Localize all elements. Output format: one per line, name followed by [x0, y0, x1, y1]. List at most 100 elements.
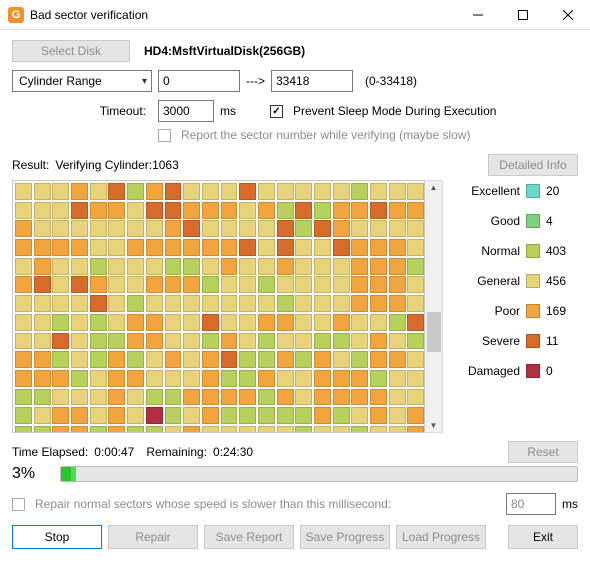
- sector-cell: [146, 183, 163, 200]
- sector-cell: [71, 183, 88, 200]
- sector-cell: [165, 183, 182, 200]
- range-from-input[interactable]: [158, 70, 240, 92]
- sector-cell: [314, 407, 331, 424]
- range-to-input[interactable]: [271, 70, 353, 92]
- save-progress-button[interactable]: Save Progress: [300, 525, 390, 549]
- sector-cell: [52, 333, 69, 350]
- sector-cell: [239, 258, 256, 275]
- sector-cell: [314, 202, 331, 219]
- sector-cell: [34, 239, 51, 256]
- sector-cell: [15, 314, 32, 331]
- sector-cell: [221, 183, 238, 200]
- select-disk-button[interactable]: Select Disk: [12, 40, 130, 62]
- sector-cell: [34, 258, 51, 275]
- sector-cell: [370, 295, 387, 312]
- sector-cell: [146, 239, 163, 256]
- reset-button[interactable]: Reset: [508, 441, 578, 463]
- sector-cell: [202, 183, 219, 200]
- sector-cell: [183, 202, 200, 219]
- sector-cell: [146, 202, 163, 219]
- sector-cell: [108, 295, 125, 312]
- sector-cell: [389, 389, 406, 406]
- stop-button[interactable]: Stop: [12, 525, 102, 549]
- sector-cell: [108, 220, 125, 237]
- sector-cell: [351, 183, 368, 200]
- sector-cell: [52, 370, 69, 387]
- detailed-info-button[interactable]: Detailed Info: [488, 154, 578, 176]
- sector-cell: [258, 407, 275, 424]
- sector-cell: [389, 407, 406, 424]
- sector-cell: [407, 426, 424, 433]
- sector-cell: [183, 407, 200, 424]
- sector-cell: [351, 333, 368, 350]
- grid-scrollbar[interactable]: ▲ ▼: [425, 180, 443, 433]
- sector-cell: [183, 351, 200, 368]
- sector-cell: [165, 351, 182, 368]
- maximize-button[interactable]: [500, 0, 545, 30]
- sector-cell: [183, 314, 200, 331]
- sector-cell: [90, 389, 107, 406]
- scroll-thumb[interactable]: [427, 312, 441, 352]
- sector-cell: [127, 351, 144, 368]
- sector-cell: [314, 389, 331, 406]
- sector-cell: [71, 258, 88, 275]
- legend-label: Poor: [495, 304, 520, 318]
- sector-cell: [221, 202, 238, 219]
- sector-cell: [71, 276, 88, 293]
- sector-cell: [239, 183, 256, 200]
- sector-cell: [351, 426, 368, 433]
- report-checkbox[interactable]: [158, 129, 171, 142]
- sector-cell: [52, 314, 69, 331]
- repair-checkbox[interactable]: [12, 498, 25, 511]
- range-mode-combo[interactable]: Cylinder Range ▾: [12, 70, 152, 92]
- sector-cell: [239, 426, 256, 433]
- legend-label: Normal: [481, 244, 520, 258]
- scroll-down-icon[interactable]: ▼: [430, 421, 438, 430]
- window-title: Bad sector verification: [30, 8, 455, 22]
- sector-cell: [52, 239, 69, 256]
- sector-cell: [90, 258, 107, 275]
- load-progress-button[interactable]: Load Progress: [396, 525, 486, 549]
- legend-swatch: [526, 334, 540, 348]
- sector-cell: [314, 183, 331, 200]
- sector-cell: [71, 295, 88, 312]
- sector-cell: [239, 370, 256, 387]
- legend-count: 4: [546, 214, 572, 228]
- sector-cell: [295, 276, 312, 293]
- sector-cell: [351, 407, 368, 424]
- sector-cell: [127, 239, 144, 256]
- save-report-button[interactable]: Save Report: [204, 525, 294, 549]
- sector-cell: [314, 276, 331, 293]
- sector-cell: [15, 183, 32, 200]
- sector-cell: [370, 276, 387, 293]
- sector-cell: [52, 389, 69, 406]
- sector-cell: [221, 276, 238, 293]
- repair-button[interactable]: Repair: [108, 525, 198, 549]
- sector-cell: [239, 295, 256, 312]
- sector-cell: [258, 276, 275, 293]
- sector-cell: [15, 389, 32, 406]
- sector-cell: [295, 220, 312, 237]
- minimize-button[interactable]: [455, 0, 500, 30]
- legend-count: 11: [546, 334, 572, 348]
- sector-cell: [71, 407, 88, 424]
- sector-cell: [258, 239, 275, 256]
- close-button[interactable]: [545, 0, 590, 30]
- sector-cell: [370, 426, 387, 433]
- sector-cell: [277, 258, 294, 275]
- repair-ms-input[interactable]: [506, 493, 556, 515]
- timeout-input[interactable]: [158, 100, 214, 122]
- sector-cell: [258, 258, 275, 275]
- sector-cell: [407, 314, 424, 331]
- scroll-up-icon[interactable]: ▲: [430, 183, 438, 192]
- legend-swatch: [526, 184, 540, 198]
- sector-cell: [108, 407, 125, 424]
- sleep-checkbox[interactable]: [270, 105, 283, 118]
- sector-cell: [407, 295, 424, 312]
- exit-button[interactable]: Exit: [508, 525, 578, 549]
- sector-cell: [295, 239, 312, 256]
- sector-cell: [389, 183, 406, 200]
- sector-cell: [407, 351, 424, 368]
- sector-cell: [239, 202, 256, 219]
- sector-cell: [108, 389, 125, 406]
